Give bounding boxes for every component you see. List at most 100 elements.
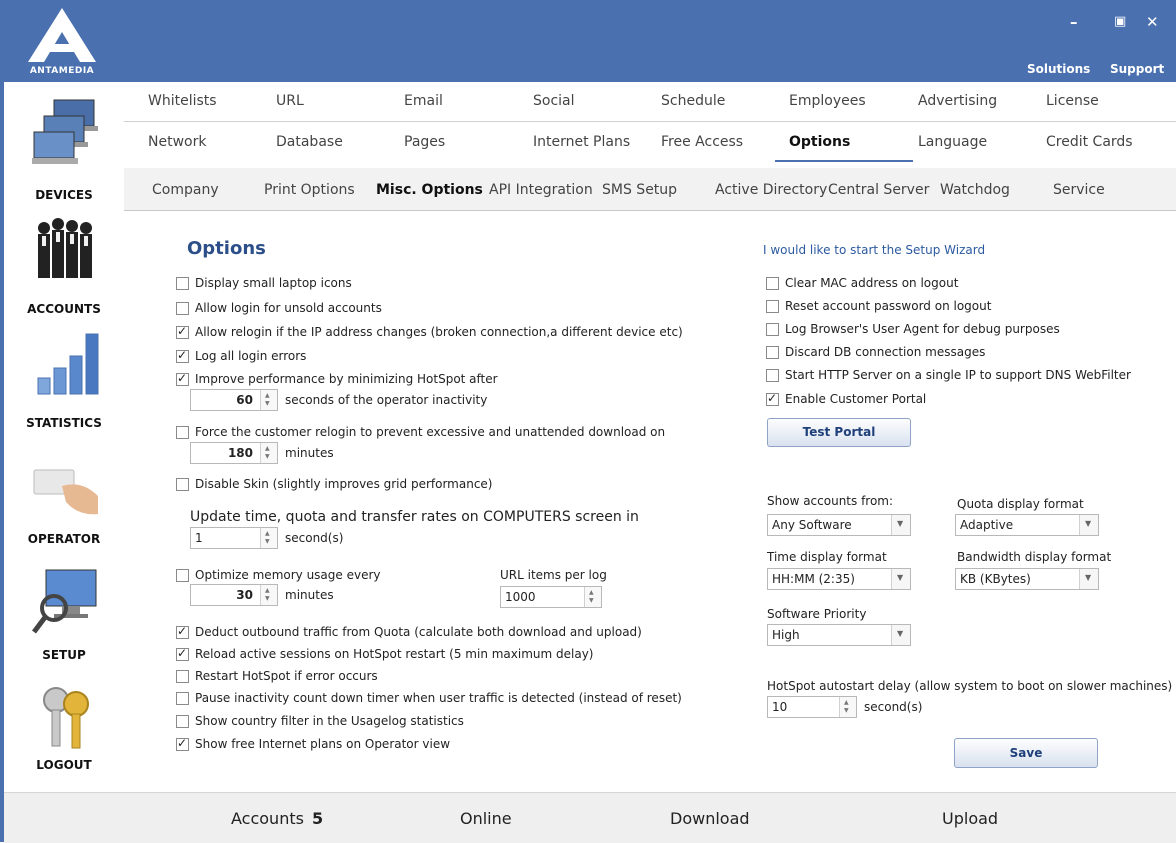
stepper-arrows[interactable]: ▲ ▼	[260, 390, 277, 410]
subtab-active-directory[interactable]: Active Directory	[715, 182, 827, 198]
checkbox-box[interactable]	[176, 670, 189, 683]
checkbox-box[interactable]	[176, 371, 189, 386]
url-items-stepper[interactable]: 1000 ▲ ▼	[500, 586, 602, 608]
tab-url[interactable]: URL	[276, 93, 304, 109]
tab-whitelists[interactable]: Whitelists	[148, 93, 217, 109]
url-items-label: URL items per log	[500, 568, 607, 582]
subtab-company[interactable]: Company	[152, 182, 219, 198]
checkbox-label: Allow relogin if the IP address changes …	[195, 325, 683, 339]
tab-internet-plans[interactable]: Internet Plans	[533, 134, 630, 150]
restore-button[interactable]: ▣	[1114, 14, 1126, 30]
nav-logout[interactable]: LOGOUT	[4, 672, 124, 778]
close-button[interactable]: ✕	[1146, 14, 1159, 30]
checkbox-box[interactable]	[766, 300, 779, 313]
stepper-value: 1	[195, 531, 203, 545]
subtab-print-options[interactable]: Print Options	[264, 182, 355, 198]
tab-credit-cards[interactable]: Credit Cards	[1046, 134, 1133, 150]
quota-format-select[interactable]: Adaptive ▼	[955, 514, 1099, 536]
checkbox-box[interactable]	[766, 323, 779, 336]
select-value: High	[772, 628, 800, 642]
nav-accounts-label: ACCOUNTS	[27, 302, 101, 316]
chevron-down-icon[interactable]: ▼	[891, 569, 910, 589]
nav-setup[interactable]: SETUP	[4, 558, 124, 664]
update-rate-label: Update time, quota and transfer rates on…	[190, 509, 639, 525]
update-rate-stepper[interactable]: 1 ▲ ▼	[190, 527, 278, 549]
active-tab-underline	[775, 160, 913, 162]
nav-operator[interactable]: OPERATOR	[4, 442, 124, 548]
status-bar: Accounts 5 Online Download Upload	[4, 792, 1176, 843]
checkbox-box[interactable]	[176, 478, 189, 491]
checkbox-box[interactable]	[766, 369, 779, 382]
checkbox-label: Deduct outbound traffic from Quota (calc…	[195, 625, 642, 639]
page-title: Options	[187, 238, 266, 259]
checkbox-box[interactable]	[766, 346, 779, 359]
support-link[interactable]: Support	[1110, 62, 1164, 76]
tab-license[interactable]: License	[1046, 93, 1099, 109]
subtab-api-integration[interactable]: API Integration	[489, 182, 593, 198]
checkbox-label: Disable Skin (slightly improves grid per…	[195, 477, 493, 491]
subtab-sms-setup[interactable]: SMS Setup	[602, 182, 677, 198]
checkbox-box[interactable]	[176, 426, 189, 439]
left-nav: DEVICES ACCOUNTS STATISTICS OPERATOR SET…	[0, 82, 124, 842]
checkbox-box[interactable]	[176, 646, 189, 661]
autostart-stepper[interactable]: 10 ▲ ▼	[767, 696, 857, 718]
tab-email[interactable]: Email	[404, 93, 443, 109]
chevron-down-icon[interactable]: ▼	[1079, 515, 1098, 535]
checkbox-box[interactable]	[176, 569, 189, 582]
nav-statistics[interactable]: STATISTICS	[4, 326, 124, 432]
priority-select[interactable]: High ▼	[767, 624, 911, 646]
checkbox-box[interactable]	[766, 277, 779, 290]
tab-options[interactable]: Options	[789, 134, 850, 150]
checkbox-box[interactable]	[766, 391, 779, 406]
checkbox-box[interactable]	[176, 348, 189, 363]
tab-database[interactable]: Database	[276, 134, 343, 150]
nav-devices[interactable]: DEVICES	[4, 94, 124, 204]
select-value: HH:MM (2:35)	[772, 572, 855, 586]
stepper-arrows[interactable]: ▲ ▼	[584, 587, 601, 607]
stepper-arrows[interactable]: ▲ ▼	[839, 697, 856, 717]
bandwidth-format-select[interactable]: KB (KBytes) ▼	[955, 568, 1099, 590]
stepper-arrows[interactable]: ▲ ▼	[260, 585, 277, 605]
minimize-button[interactable]: –	[1070, 14, 1078, 30]
tab-advertising[interactable]: Advertising	[918, 93, 997, 109]
subtab-central-server[interactable]: Central Server	[828, 182, 929, 198]
stepper-arrows[interactable]: ▲ ▼	[260, 443, 277, 463]
chevron-down-icon[interactable]: ▼	[891, 625, 910, 645]
checkbox-box[interactable]	[176, 715, 189, 728]
tab-schedule[interactable]: Schedule	[661, 93, 725, 109]
tab-free-access[interactable]: Free Access	[661, 134, 743, 150]
relogin-minutes-stepper[interactable]: 180 ▲ ▼	[190, 442, 278, 464]
subtab-misc-options[interactable]: Misc. Options	[376, 182, 483, 198]
nav-accounts[interactable]: ACCOUNTS	[4, 212, 124, 318]
checkbox-box[interactable]	[176, 692, 189, 705]
accounts-count: 5	[311, 809, 324, 828]
inactivity-stepper[interactable]: 60 ▲ ▼	[190, 389, 278, 411]
online-stat: Online	[460, 809, 512, 828]
chevron-down-icon[interactable]: ▼	[1079, 569, 1098, 589]
checkbox-box[interactable]	[176, 324, 189, 339]
checkbox-box[interactable]	[176, 736, 189, 751]
tab-network[interactable]: Network	[148, 134, 206, 150]
inactivity-unit: seconds of the operator inactivity	[285, 393, 488, 407]
tab-language[interactable]: Language	[918, 134, 987, 150]
checkbox-label: Show country filter in the Usagelog stat…	[195, 714, 464, 728]
tab-employees[interactable]: Employees	[789, 93, 866, 109]
chevron-down-icon[interactable]: ▼	[891, 515, 910, 535]
setup-wizard-link[interactable]: I would like to start the Setup Wizard	[763, 243, 985, 257]
save-button[interactable]: Save	[954, 738, 1098, 768]
tab-social[interactable]: Social	[533, 93, 575, 109]
tab-pages[interactable]: Pages	[404, 134, 445, 150]
checkbox-box[interactable]	[176, 277, 189, 290]
test-portal-button[interactable]: Test Portal	[767, 418, 911, 447]
show-accounts-select[interactable]: Any Software ▼	[767, 514, 911, 536]
stepper-arrows[interactable]: ▲ ▼	[260, 528, 277, 548]
autostart-unit: second(s)	[864, 700, 923, 714]
subtab-service[interactable]: Service	[1053, 182, 1105, 198]
checkbox-box[interactable]	[176, 302, 189, 315]
solutions-link[interactable]: Solutions	[1027, 62, 1090, 76]
checkbox-box[interactable]	[176, 624, 189, 639]
time-format-select[interactable]: HH:MM (2:35) ▼	[767, 568, 911, 590]
subtab-watchdog[interactable]: Watchdog	[940, 182, 1010, 198]
bandwidth-format-label: Bandwidth display format	[957, 550, 1112, 564]
optimize-minutes-stepper[interactable]: 30 ▲ ▼	[190, 584, 278, 606]
